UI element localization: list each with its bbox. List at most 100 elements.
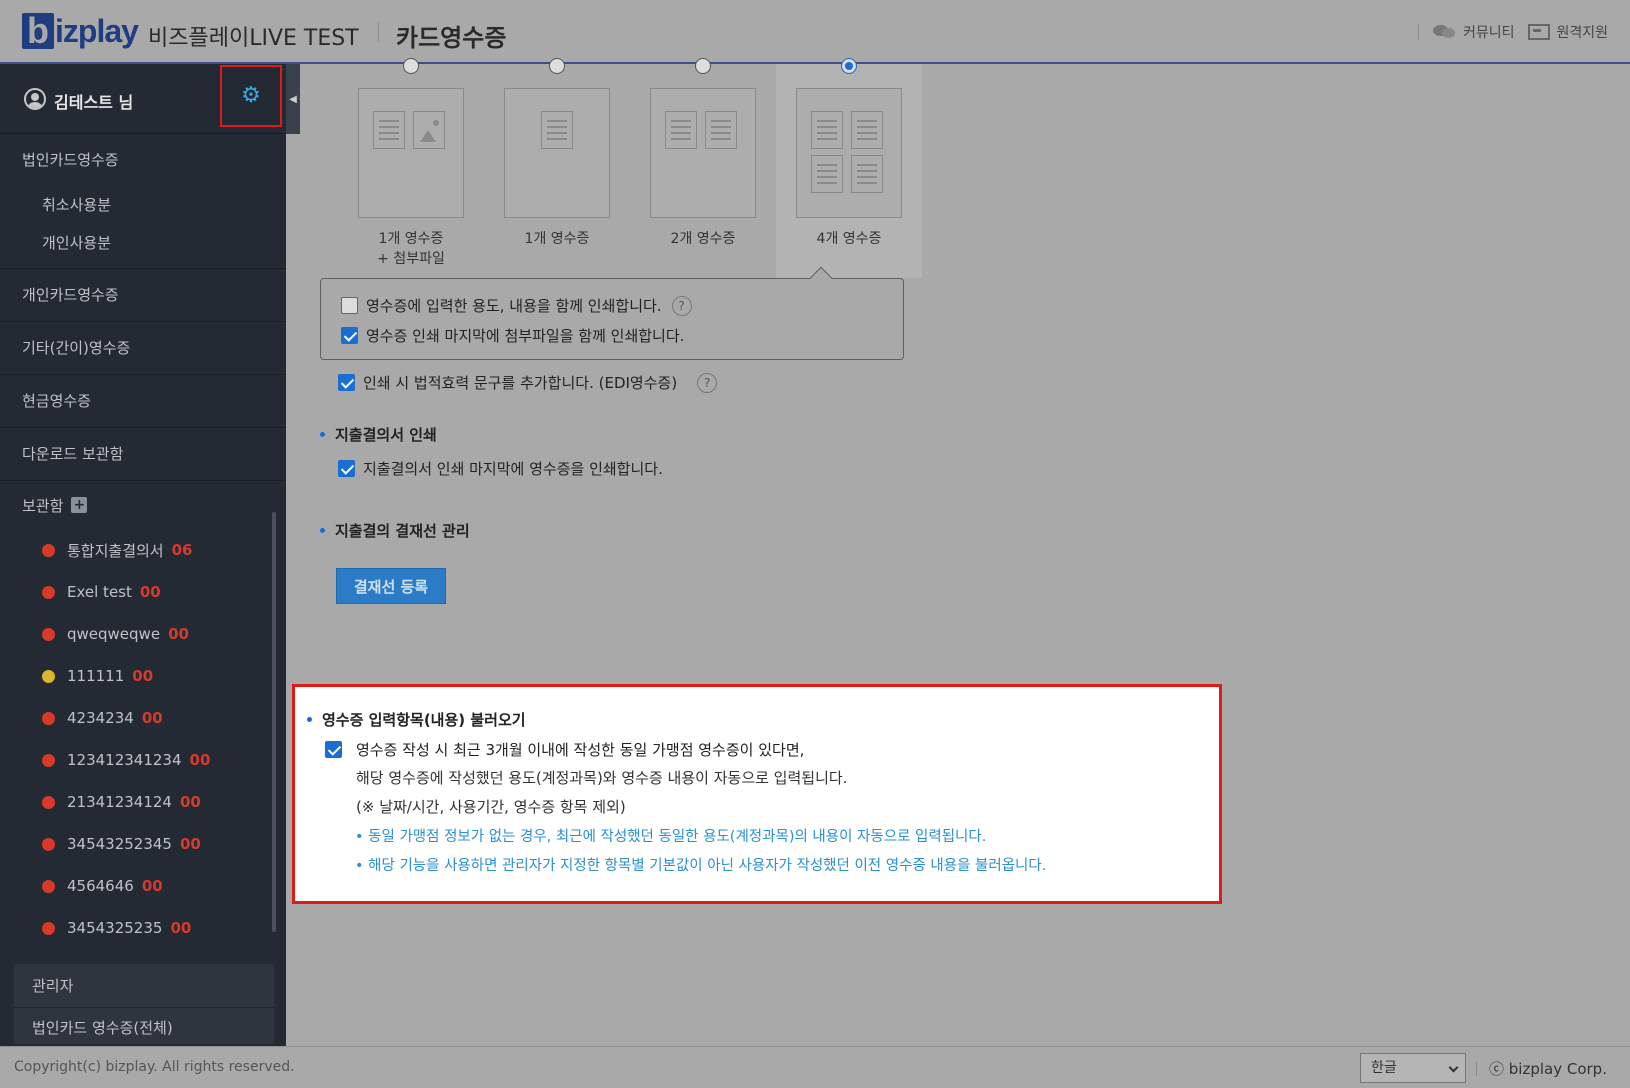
app-name: 비즈플레이LIVE TEST: [148, 26, 359, 51]
community-link[interactable]: 커뮤니티: [1432, 22, 1514, 42]
settings-button[interactable]: ⚙: [220, 65, 282, 127]
sidebar-item-download-box[interactable]: 다운로드 보관함: [0, 428, 286, 480]
layout-radio[interactable]: [695, 58, 711, 74]
layout-option-4[interactable]: 4개 영수증: [776, 58, 922, 278]
storage-item[interactable]: 34543252345 00: [0, 823, 286, 865]
print-attachment-option[interactable]: 영수증 인쇄 마지막에 첨부파일을 함께 인쇄합니다.: [341, 325, 684, 346]
load-items-option[interactable]: 영수증 작성 시 최근 3개월 이내에 작성한 동일 가맹점 영수증이 있다면,: [325, 739, 804, 760]
help-icon[interactable]: ?: [697, 372, 718, 393]
load-items-checkbox[interactable]: [325, 741, 342, 758]
status-dot: [42, 921, 55, 935]
header-divider: [378, 22, 379, 42]
admin-section: 관리자 법인카드 영수증(전체): [14, 964, 274, 1044]
print-purpose-label: 영수증에 입력한 용도, 내용을 함께 인쇄합니다.: [366, 297, 662, 315]
remote-support-link[interactable]: 원격지원: [1528, 22, 1608, 42]
menu-cash-receipt: 현금영수증: [0, 375, 286, 428]
print-attachment-checkbox[interactable]: [341, 327, 358, 344]
expense-print-option[interactable]: 지출결의서 인쇄 마지막에 영수증을 인쇄합니다.: [338, 458, 663, 479]
storage-item[interactable]: qweqweqwe 00: [0, 613, 286, 655]
layout-option-1[interactable]: 1개 영수증: [484, 58, 630, 278]
print-purpose-checkbox[interactable]: [341, 297, 358, 314]
layout-option-1-attach[interactable]: 1개 영수증 + 첨부파일: [338, 58, 484, 278]
layout-option-2[interactable]: 2개 영수증: [630, 58, 776, 278]
storage-item-count: 00: [179, 835, 201, 853]
legal-text-checkbox[interactable]: [338, 374, 355, 391]
sidebar-item-cancel-use[interactable]: 취소사용분: [0, 186, 286, 224]
storage-item-name: qweqweqwe: [67, 625, 161, 643]
storage-item-count: 00: [170, 919, 192, 937]
approval-line-section-title: 지출결의 결재선 관리: [320, 520, 470, 541]
print-purpose-option[interactable]: 영수증에 입력한 용도, 내용을 함께 인쇄합니다. ?: [341, 295, 692, 316]
storage-item[interactable]: 4234234 00: [0, 697, 286, 739]
storage-item-name: 4234234: [67, 709, 134, 727]
storage-item[interactable]: 111111 00: [0, 655, 286, 697]
document-icon: [541, 111, 573, 149]
bizplay-logo[interactable]: b izplay: [22, 10, 139, 52]
sidebar-item-cash-receipt[interactable]: 현금영수증: [0, 375, 286, 427]
layout-radio[interactable]: [403, 58, 419, 74]
sidebar-item-admin[interactable]: 관리자: [14, 964, 274, 1008]
load-items-note1: • 동일 가맹점 정보가 없는 경우, 최근에 작성했던 동일한 용도(계정과목…: [355, 829, 987, 845]
header-links-divider: [1417, 24, 1419, 40]
add-storage-icon[interactable]: +: [71, 497, 88, 513]
status-dot: [42, 795, 55, 809]
storage-item-name: 4564646: [67, 877, 134, 895]
load-items-line1: 영수증 작성 시 최근 3개월 이내에 작성한 동일 가맹점 영수증이 있다면,: [356, 741, 805, 759]
storage-item-count: 00: [141, 709, 163, 727]
sidebar-item-personal-card[interactable]: 개인카드영수증: [0, 269, 286, 321]
legal-text-label: 인쇄 시 법적효력 문구를 추가합니다. (EDI영수증): [363, 374, 678, 392]
status-dot: [42, 879, 55, 893]
storage-item[interactable]: 21341234124 00: [0, 781, 286, 823]
footer: Copyright(c) bizplay. All rights reserve…: [0, 1046, 1630, 1088]
corp-name: ⓒ bizplay Corp.: [1489, 1060, 1607, 1078]
language-select[interactable]: 한글: [1360, 1053, 1466, 1083]
storage-item[interactable]: 3454325235 00: [0, 907, 286, 949]
status-dot: [42, 627, 55, 641]
monitor-icon: [1528, 24, 1551, 40]
status-dot: [42, 543, 55, 557]
menu-corp-card: 법인카드영수증 취소사용분 개인사용분: [0, 134, 286, 269]
storage-item[interactable]: 123412341234 00: [0, 739, 286, 781]
status-dot: [42, 753, 55, 767]
sidebar-collapse-button[interactable]: ◀: [286, 64, 300, 134]
sidebar-item-other-receipt[interactable]: 기타(간이)영수증: [0, 322, 286, 374]
gear-icon: ⚙: [241, 83, 261, 108]
layout-radio[interactable]: [549, 58, 565, 74]
print-layout-options: 1개 영수증 + 첨부파일 1개 영수증 2개 영수증 4개 영수증: [338, 58, 922, 278]
expense-print-label: 지출결의서 인쇄 마지막에 영수증을 인쇄합니다.: [363, 460, 663, 478]
legal-text-option[interactable]: 인쇄 시 법적효력 문구를 추가합니다. (EDI영수증) ?: [338, 372, 718, 393]
sidebar: 김테스트 님 ⚙ 법인카드영수증 취소사용분 개인사용분 개인카드영수증 기타(…: [0, 64, 286, 1046]
layout-preview: [504, 88, 610, 218]
header: b izplay 비즈플레이LIVE TEST 카드영수증 커뮤니티 원격지원: [0, 0, 1630, 64]
chevron-left-icon: ◀: [289, 93, 297, 105]
register-approval-line-button[interactable]: 결재선 등록: [336, 568, 446, 604]
expense-print-section-title: 지출결의서 인쇄: [320, 424, 437, 445]
layout-label: 1개 영수증 + 첨부파일: [377, 231, 445, 267]
storage-item-name: 21341234124: [67, 793, 172, 811]
storage-item[interactable]: Exel test 00: [0, 571, 286, 613]
logo-mark: b: [22, 13, 54, 49]
layout-radio-selected[interactable]: [841, 58, 857, 74]
storage-item[interactable]: 4564646 00: [0, 865, 286, 907]
storage-item[interactable]: 통합지출결의서 06: [0, 529, 286, 571]
storage-item-name: 111111: [67, 667, 125, 685]
storage-item-count: 00: [179, 793, 201, 811]
sidebar-item-personal-use[interactable]: 개인사용분: [0, 224, 286, 262]
storage-item-count: 00: [189, 751, 211, 769]
sidebar-item-corp-card[interactable]: 법인카드영수증: [0, 134, 286, 186]
storage-header: 보관함 +: [0, 481, 286, 529]
menu-other-receipt: 기타(간이)영수증: [0, 322, 286, 375]
help-icon[interactable]: ?: [671, 295, 692, 316]
sidebar-scrollbar[interactable]: [272, 512, 276, 932]
header-links: 커뮤니티 원격지원: [1417, 22, 1608, 42]
sidebar-item-admin-corp-card[interactable]: 법인카드 영수증(전체): [14, 1008, 274, 1046]
storage-item-name: 통합지출결의서: [67, 541, 164, 560]
load-items-note2: • 해당 기능을 사용하면 관리자가 지정한 항목별 기본값이 아닌 사용자가 …: [355, 858, 1047, 874]
storage-item-name: Exel test: [67, 583, 132, 601]
chat-icon: [1432, 24, 1457, 40]
user-icon: [24, 88, 46, 110]
expense-print-checkbox[interactable]: [338, 460, 355, 477]
footer-divider: [1476, 1061, 1477, 1076]
storage-item-count: 00: [168, 625, 189, 643]
document-icon: [665, 111, 697, 149]
